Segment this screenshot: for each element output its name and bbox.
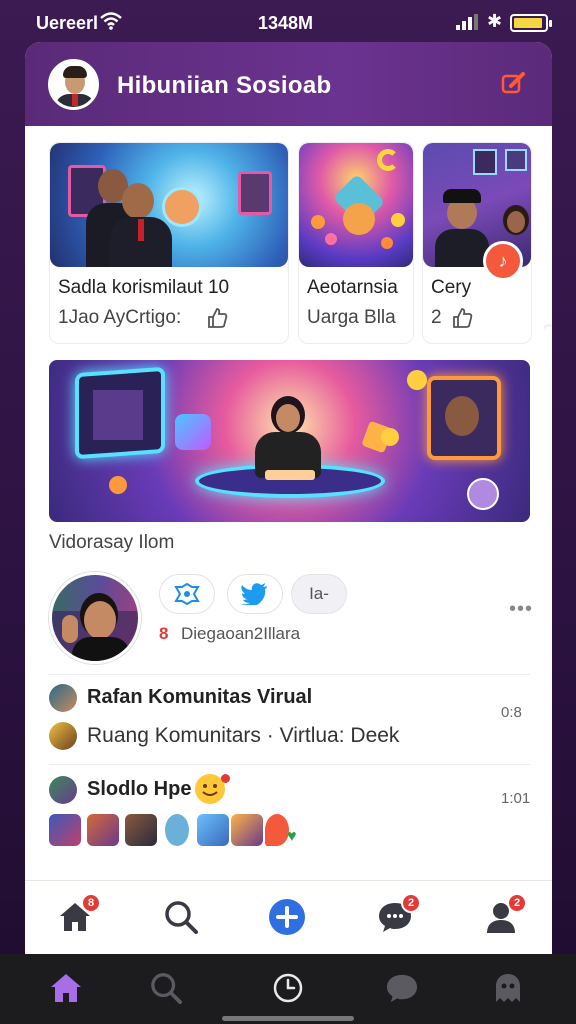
bottom-navigation: 8 2 2	[25, 880, 552, 954]
sys-home[interactable]	[46, 968, 86, 1008]
more-options-icon[interactable]: •••	[509, 598, 533, 621]
music-badge-icon[interactable]: ♪	[483, 241, 523, 281]
wifi-icon	[100, 12, 122, 35]
nav-messages[interactable]: 2	[373, 893, 421, 939]
like-icon[interactable]	[206, 307, 228, 334]
story-thumbnail	[299, 143, 413, 267]
sys-search[interactable]	[146, 968, 186, 1008]
carrier-label: Uereerl	[36, 13, 99, 33]
story-title: Aeotarnsia	[307, 277, 398, 298]
community-subtitle: Ruang Komunitars · Virtlua: Deek	[87, 724, 400, 747]
row-time: 0:8	[501, 704, 522, 721]
profile-badge: 2	[507, 893, 527, 913]
more-share-button[interactable]: Ia-	[291, 574, 347, 614]
home-indicator	[222, 1016, 354, 1021]
sticker-thumbnail[interactable]	[197, 814, 229, 846]
community-title[interactable]: Rafan Komunitas Virual	[87, 686, 312, 709]
story-card[interactable]: Sadla korismilaut 10 1Jao AyCrtigo:	[49, 142, 289, 344]
search-icon	[165, 901, 198, 934]
story-subtitle: 2	[431, 307, 442, 328]
clock-time: 1348M	[258, 13, 314, 33]
divider	[49, 674, 530, 675]
like-icon	[174, 583, 200, 605]
app-window: Hibuniian Sosioab Sadla korismilaut 10 1…	[25, 42, 552, 954]
system-navigation-bar	[0, 954, 576, 1024]
sys-chat[interactable]	[382, 968, 422, 1008]
chat-icon	[386, 974, 418, 1003]
nav-create[interactable]	[265, 895, 309, 939]
notification-dot	[221, 774, 230, 783]
twitter-share-button[interactable]	[227, 574, 283, 614]
sys-recent[interactable]	[268, 968, 308, 1008]
signal-icon	[456, 14, 480, 35]
post-meta: Diegaoan2Illara	[181, 624, 301, 643]
story-subtitle: 1Jao AyCrtigo:	[58, 307, 182, 328]
clock-icon	[273, 973, 303, 1003]
sticker-thumbnail[interactable]	[165, 814, 189, 846]
home-badge: 8	[81, 893, 101, 913]
status-bar: Uereerl 1348M ✱	[0, 0, 576, 44]
row-avatar[interactable]	[49, 776, 77, 804]
sticker-thumbnail[interactable]	[49, 814, 81, 846]
expand-icon[interactable]	[467, 478, 499, 510]
messages-badge: 2	[401, 893, 421, 913]
sticker-thumbnail[interactable]	[125, 814, 157, 846]
story-title: Cery	[431, 277, 472, 298]
nav-home[interactable]: 8	[53, 893, 101, 939]
banner-caption: Vidorasay Ilom	[49, 532, 175, 553]
row-avatar[interactable]	[49, 684, 77, 712]
scroll-indicator	[539, 324, 552, 364]
post-author-avatar[interactable]	[49, 572, 141, 664]
bluetooth-icon: ✱	[487, 11, 503, 31]
sticker-thumbnail[interactable]	[265, 814, 289, 846]
heart-icon: ♥	[287, 828, 297, 845]
sticker-thumbnail[interactable]	[231, 814, 263, 846]
post-title[interactable]: Slodlo Hpe	[87, 778, 191, 801]
divider	[49, 764, 530, 765]
plus-icon	[269, 899, 305, 935]
share-label: Ia-	[309, 584, 329, 603]
location-icon: 8	[159, 624, 169, 643]
nav-search[interactable]	[159, 895, 203, 939]
app-title: Hibuniian Sosioab	[117, 72, 332, 99]
home-icon	[51, 974, 81, 1002]
like-reaction-button[interactable]	[159, 574, 215, 614]
story-subtitle: Uarga Blla	[307, 307, 396, 328]
battery-icon	[510, 14, 552, 32]
search-icon	[151, 973, 182, 1004]
ghost-icon	[496, 974, 520, 1002]
app-header: Hibuniian Sosioab	[25, 42, 552, 126]
compose-icon[interactable]	[501, 70, 527, 96]
story-thumbnail	[50, 143, 288, 267]
featured-banner[interactable]	[49, 360, 530, 522]
story-title: Sadla korismilaut 10	[58, 277, 230, 298]
story-card[interactable]: Aeotarnsia Uarga Blla	[298, 142, 414, 344]
row-avatar[interactable]	[49, 722, 77, 750]
nav-profile[interactable]: 2	[479, 893, 527, 939]
row-time: 1:01	[501, 790, 531, 807]
twitter-icon	[241, 583, 267, 605]
profile-avatar[interactable]	[48, 59, 99, 110]
like-icon[interactable]	[451, 307, 473, 334]
sticker-thumbnail[interactable]	[87, 814, 119, 846]
sys-profile[interactable]	[488, 968, 528, 1008]
story-card[interactable]: ♪ Cery 2	[422, 142, 532, 344]
